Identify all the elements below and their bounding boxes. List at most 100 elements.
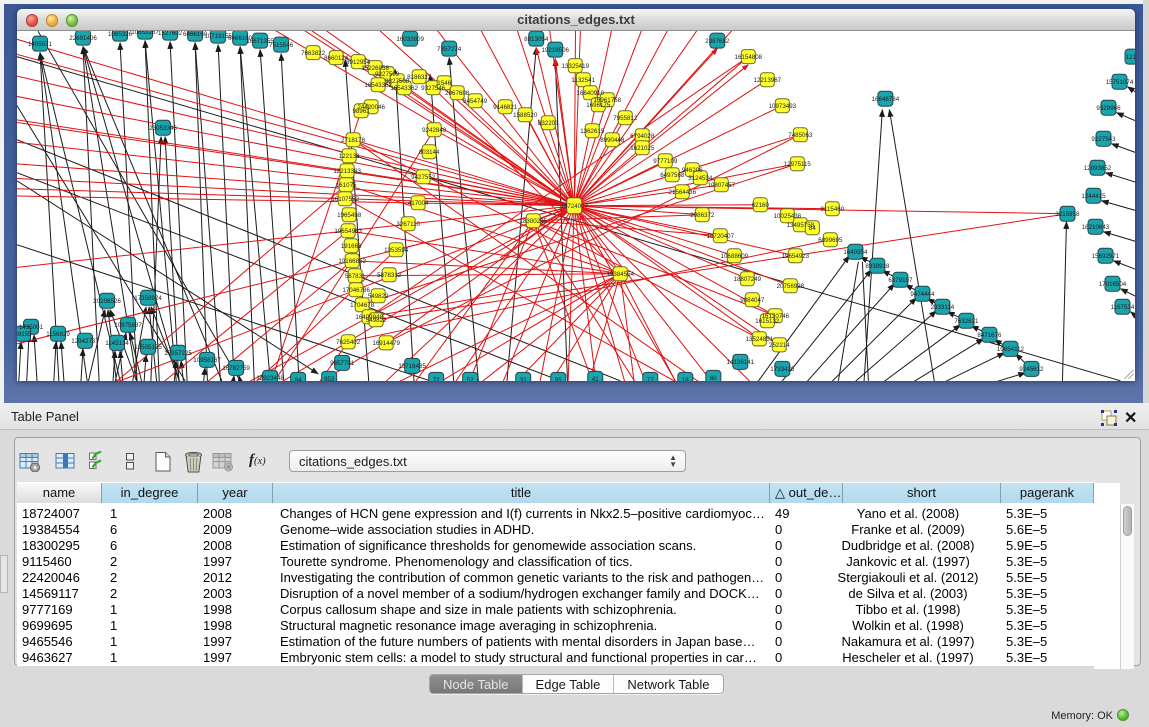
- svg-text:946206: 946206: [682, 167, 703, 174]
- svg-text:15716485: 15716485: [398, 363, 426, 370]
- svg-text:10654112: 10654112: [997, 346, 1025, 353]
- svg-text:16640910: 16640910: [576, 90, 604, 97]
- svg-text:9427552: 9427552: [411, 174, 436, 181]
- svg-text:417004: 417004: [408, 200, 429, 207]
- svg-text:41: 41: [592, 376, 599, 381]
- svg-text:8990448: 8990448: [600, 137, 625, 144]
- svg-text:17016504: 17016504: [1099, 281, 1127, 288]
- svg-text:10025438: 10025438: [774, 213, 802, 220]
- svg-text:16961758: 16961758: [593, 97, 621, 104]
- svg-text:1615132: 1615132: [755, 318, 780, 325]
- svg-text:191668: 191668: [341, 243, 362, 250]
- svg-text:10973493: 10973493: [769, 103, 797, 110]
- svg-text:20206526: 20206526: [93, 298, 121, 305]
- svg-text:31: 31: [520, 377, 527, 381]
- svg-text:1405571: 1405571: [28, 41, 53, 48]
- svg-text:6899695: 6899695: [818, 237, 843, 244]
- svg-text:9777109: 9777109: [653, 158, 678, 165]
- svg-text:10958167: 10958167: [193, 357, 221, 364]
- svg-text:1588520: 1588520: [513, 112, 538, 119]
- svg-text:52: 52: [467, 377, 474, 381]
- svg-text:17957225: 17957225: [164, 350, 192, 357]
- svg-text:122133: 122133: [339, 153, 360, 160]
- svg-text:62160: 62160: [752, 202, 770, 209]
- svg-text:95: 95: [555, 377, 562, 381]
- svg-text:2967608: 2967608: [445, 90, 470, 97]
- svg-text:16648784: 16648784: [872, 96, 900, 103]
- svg-text:72: 72: [433, 377, 440, 381]
- svg-text:2933114: 2933114: [931, 304, 955, 311]
- svg-text:803144: 803144: [419, 149, 440, 156]
- svg-text:13325419: 13325419: [561, 63, 589, 70]
- svg-text:15751074: 15751074: [1106, 79, 1134, 86]
- svg-text:18: 18: [682, 377, 689, 381]
- svg-text:77: 77: [647, 377, 654, 381]
- svg-text:18724007: 18724007: [560, 203, 588, 210]
- svg-text:16033809: 16033809: [396, 36, 424, 43]
- svg-text:1546: 1546: [437, 80, 451, 87]
- svg-text:98961: 98961: [353, 108, 371, 115]
- svg-text:19166852: 19166852: [338, 258, 366, 265]
- svg-text:7632621: 7632621: [954, 318, 979, 325]
- svg-text:9329966: 9329966: [1096, 105, 1121, 112]
- svg-text:8454749: 8454749: [463, 98, 488, 105]
- svg-text:15720407: 15720407: [707, 233, 735, 240]
- svg-text:12093852: 12093852: [1084, 165, 1112, 172]
- svg-text:17046786: 17046786: [342, 287, 370, 294]
- svg-text:161075: 161075: [336, 182, 357, 189]
- svg-text:6794028: 6794028: [630, 133, 655, 140]
- svg-text:8660124: 8660124: [324, 55, 349, 62]
- svg-text:39155: 39155: [17, 331, 32, 338]
- svg-text:9227543: 9227543: [1091, 136, 1116, 143]
- svg-text:3267110: 3267110: [396, 221, 420, 228]
- svg-text:10975887: 10975887: [114, 322, 142, 329]
- svg-text:22691406: 22691406: [69, 35, 97, 42]
- svg-text:587831: 587831: [345, 273, 366, 280]
- svg-text:953: 953: [324, 376, 335, 381]
- svg-text:6379197: 6379197: [888, 277, 913, 284]
- svg-text:9245612: 9245612: [1019, 366, 1044, 373]
- svg-text:21564436: 21564436: [669, 189, 697, 196]
- svg-text:5878312: 5878312: [377, 272, 402, 279]
- svg-text:3124534: 3124534: [688, 175, 713, 182]
- svg-text:9327509: 9327509: [375, 71, 400, 78]
- svg-text:8938918: 8938918: [865, 263, 890, 270]
- svg-text:2986372: 2986372: [690, 212, 715, 219]
- svg-text:8813054: 8813054: [524, 36, 549, 43]
- svg-text:84: 84: [809, 225, 816, 232]
- svg-text:12942737: 12942737: [71, 338, 99, 345]
- svg-text:18300295: 18300295: [519, 218, 547, 225]
- svg-text:10688609: 10688609: [721, 253, 749, 260]
- svg-text:9884047: 9884047: [740, 297, 765, 304]
- svg-text:84: 84: [295, 377, 302, 381]
- svg-text:19384554: 19384554: [607, 271, 635, 278]
- svg-text:1435001: 1435001: [19, 324, 44, 331]
- svg-text:832203: 832203: [538, 120, 559, 127]
- svg-text:1353594: 1353594: [384, 247, 409, 254]
- svg-text:549822: 549822: [366, 317, 387, 324]
- svg-text:18807249: 18807249: [734, 276, 762, 283]
- svg-text:60: 60: [710, 375, 717, 381]
- svg-text:252214: 252214: [769, 342, 790, 349]
- svg-text:1733426: 1733426: [770, 366, 795, 373]
- svg-text:15692971: 15692971: [1092, 253, 1120, 260]
- svg-text:1527602: 1527602: [158, 31, 183, 37]
- svg-text:7515546: 7515546: [269, 42, 294, 49]
- svg-text:16914479: 16914479: [372, 340, 400, 347]
- svg-text:2718176: 2718176: [341, 137, 366, 144]
- svg-text:1065326: 1065326: [108, 31, 133, 38]
- svg-text:1156829: 1156829: [46, 331, 70, 338]
- svg-text:7625402: 7625402: [336, 339, 361, 346]
- svg-text:12923448: 12923448: [256, 375, 284, 381]
- svg-text:1704678: 1704678: [350, 302, 375, 309]
- svg-text:1212: 1212: [1126, 54, 1135, 61]
- svg-text:12975115: 12975115: [784, 161, 812, 168]
- svg-text:16782759: 16782759: [222, 365, 250, 372]
- svg-text:9242848: 9242848: [422, 127, 447, 134]
- svg-text:9115460: 9115460: [821, 206, 845, 213]
- svg-text:16543362: 16543362: [364, 82, 392, 89]
- svg-text:10653267: 10653267: [131, 31, 159, 36]
- svg-text:549822: 549822: [368, 293, 389, 300]
- svg-text:1362615: 1362615: [580, 128, 605, 135]
- svg-text:8471676: 8471676: [977, 332, 1002, 339]
